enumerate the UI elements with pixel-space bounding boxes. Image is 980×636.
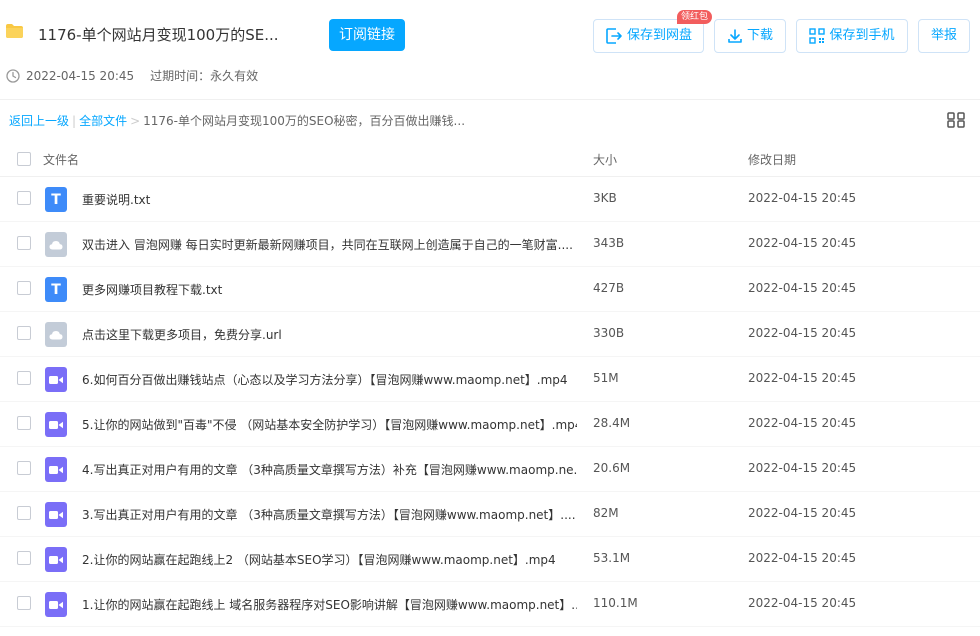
subscribe-link-button[interactable]: 订阅链接 (329, 19, 405, 51)
file-row[interactable]: 5.让你的网站做到"百毒"不侵 （网站基本安全防护学习）【冒泡网赚www.mao… (0, 402, 980, 447)
file-size: 343B (593, 236, 625, 250)
grid-view-icon[interactable] (947, 112, 965, 128)
file-name-link[interactable]: 1.让你的网站赢在起跑线上 域名服务器程序对SEO影响讲解【冒泡网赚www.ma… (82, 596, 577, 613)
save-to-netdisk-button[interactable]: 保存到网盘 (593, 19, 704, 53)
file-modified-date: 2022-04-15 20:45 (748, 281, 857, 295)
file-list: T 重要说明.txt 3KB 2022-04-15 20:45 双击进入 冒泡网赚 每日… (0, 177, 980, 627)
video-file-icon (45, 502, 67, 527)
share-meta: 2022-04-15 20:45 过期时间：永久有效 (6, 67, 258, 84)
link-file-icon (45, 232, 67, 257)
file-size: 330B (593, 326, 625, 340)
file-size: 3KB (593, 191, 617, 205)
download-button[interactable]: 下载 (714, 19, 786, 53)
file-modified-date: 2022-04-15 20:45 (748, 191, 857, 205)
video-file-icon (45, 412, 67, 437)
column-header-size[interactable]: 大小 (593, 151, 617, 168)
save-icon (606, 28, 622, 44)
file-modified-date: 2022-04-15 20:45 (748, 326, 857, 340)
file-row-checkbox[interactable] (17, 326, 31, 340)
page-title: 1176-单个网站月变现100万的SE... (38, 26, 279, 44)
file-size: 82M (593, 506, 619, 520)
file-row-checkbox[interactable] (17, 236, 31, 250)
qr-code-icon (809, 28, 826, 44)
file-modified-date: 2022-04-15 20:45 (748, 461, 857, 475)
video-file-icon (45, 367, 67, 392)
text-file-icon: T (45, 187, 67, 212)
file-list-header: 文件名 大小 修改日期 (0, 143, 980, 177)
file-name-link[interactable]: 5.让你的网站做到"百毒"不侵 （网站基本安全防护学习）【冒泡网赚www.mao… (82, 416, 577, 433)
text-file-icon: T (45, 277, 67, 302)
file-row-checkbox[interactable] (17, 551, 31, 565)
column-header-date[interactable]: 修改日期 (748, 151, 796, 168)
save-to-phone-button[interactable]: 保存到手机 (796, 19, 908, 53)
file-modified-date: 2022-04-15 20:45 (748, 506, 857, 520)
column-header-name[interactable]: 文件名 (43, 151, 79, 168)
file-size: 427B (593, 281, 625, 295)
breadcrumb: 返回上一级 | 全部文件 >1176-单个网站月变现100万的SEO秘密，百分百做出赚… (9, 112, 465, 129)
file-size: 110.1M (593, 596, 638, 610)
file-row-checkbox[interactable] (17, 596, 31, 610)
video-file-icon (45, 547, 67, 572)
file-row[interactable]: 3.写出真正对用户有用的文章 （3种高质量文章撰写方法）【冒泡网赚www.mao… (0, 492, 980, 537)
file-row-checkbox[interactable] (17, 281, 31, 295)
download-label: 下载 (746, 28, 773, 43)
file-name-link[interactable]: 点击这里下载更多项目，免费分享.url (82, 326, 577, 343)
file-row[interactable]: 点击这里下载更多项目，免费分享.url 330B 2022-04-15 20:45 (0, 312, 980, 357)
download-icon (728, 29, 742, 43)
video-file-icon (45, 457, 67, 482)
file-modified-date: 2022-04-15 20:45 (748, 551, 857, 565)
file-name-link[interactable]: 双击进入 冒泡网赚 每日实时更新最新网赚项目，共同在互联网上创造属于自己的一笔财… (82, 236, 577, 253)
file-name-link[interactable]: 重要说明.txt (82, 191, 577, 208)
breadcrumb-back-link[interactable]: 返回上一级 (9, 114, 69, 128)
share-header: 1176-单个网站月变现100万的SE... 订阅链接 保存到网盘 领红包 下载… (0, 0, 980, 100)
video-file-icon (45, 592, 67, 617)
breadcrumb-separator: > (130, 114, 141, 128)
file-row[interactable]: 2.让你的网站赢在起跑线上2 （网站基本SEO学习）【冒泡网赚www.maomp… (0, 537, 980, 582)
breadcrumb-all-files-link[interactable]: 全部文件 (79, 114, 127, 128)
file-name-link[interactable]: 4.写出真正对用户有用的文章 （3种高质量文章撰写方法）补充【冒泡网赚www.m… (82, 461, 577, 478)
file-name-link[interactable]: 3.写出真正对用户有用的文章 （3种高质量文章撰写方法）【冒泡网赚www.mao… (82, 506, 577, 523)
file-name-link[interactable]: 2.让你的网站赢在起跑线上2 （网站基本SEO学习）【冒泡网赚www.maomp… (82, 551, 577, 568)
folder-icon (6, 24, 23, 38)
save-to-phone-label: 保存到手机 (829, 28, 895, 43)
file-modified-date: 2022-04-15 20:45 (748, 416, 857, 430)
file-row[interactable]: 4.写出真正对用户有用的文章 （3种高质量文章撰写方法）补充【冒泡网赚www.m… (0, 447, 980, 492)
report-button[interactable]: 举报 (918, 19, 970, 53)
file-row[interactable]: T 重要说明.txt 3KB 2022-04-15 20:45 (0, 177, 980, 222)
file-size: 28.4M (593, 416, 631, 430)
file-row[interactable]: 1.让你的网站赢在起跑线上 域名服务器程序对SEO影响讲解【冒泡网赚www.ma… (0, 582, 980, 627)
file-row-checkbox[interactable] (17, 461, 31, 475)
file-row-checkbox[interactable] (17, 416, 31, 430)
expire-time: 过期时间：永久有效 (150, 69, 259, 83)
share-date: 2022-04-15 20:45 (26, 68, 135, 83)
file-name-link[interactable]: 6.如何百分百做出赚钱站点（心态以及学习方法分享）【冒泡网赚www.maomp.… (82, 371, 577, 388)
file-row[interactable]: 6.如何百分百做出赚钱站点（心态以及学习方法分享）【冒泡网赚www.maomp.… (0, 357, 980, 402)
file-row[interactable]: 双击进入 冒泡网赚 每日实时更新最新网赚项目，共同在互联网上创造属于自己的一笔财… (0, 222, 980, 267)
file-modified-date: 2022-04-15 20:45 (748, 596, 857, 610)
link-file-icon (45, 322, 67, 347)
clock-icon (6, 68, 20, 83)
file-row[interactable]: T 更多网赚项目教程下载.txt 427B 2022-04-15 20:45 (0, 267, 980, 312)
file-name-link[interactable]: 更多网赚项目教程下载.txt (82, 281, 577, 298)
file-size: 51M (593, 371, 619, 385)
file-modified-date: 2022-04-15 20:45 (748, 236, 857, 250)
select-all-checkbox[interactable] (17, 152, 31, 166)
file-modified-date: 2022-04-15 20:45 (748, 371, 857, 385)
file-size: 53.1M (593, 551, 631, 565)
breadcrumb-separator: | (72, 114, 77, 128)
save-to-netdisk-label: 保存到网盘 (626, 28, 692, 43)
red-packet-badge: 领红包 (677, 10, 713, 24)
file-row-checkbox[interactable] (17, 506, 31, 520)
file-row-checkbox[interactable] (17, 371, 31, 385)
file-row-checkbox[interactable] (17, 191, 31, 205)
breadcrumb-current: 1176-单个网站月变现100万的SEO秘密，百分百做出赚钱... (143, 114, 466, 128)
file-size: 20.6M (593, 461, 631, 475)
